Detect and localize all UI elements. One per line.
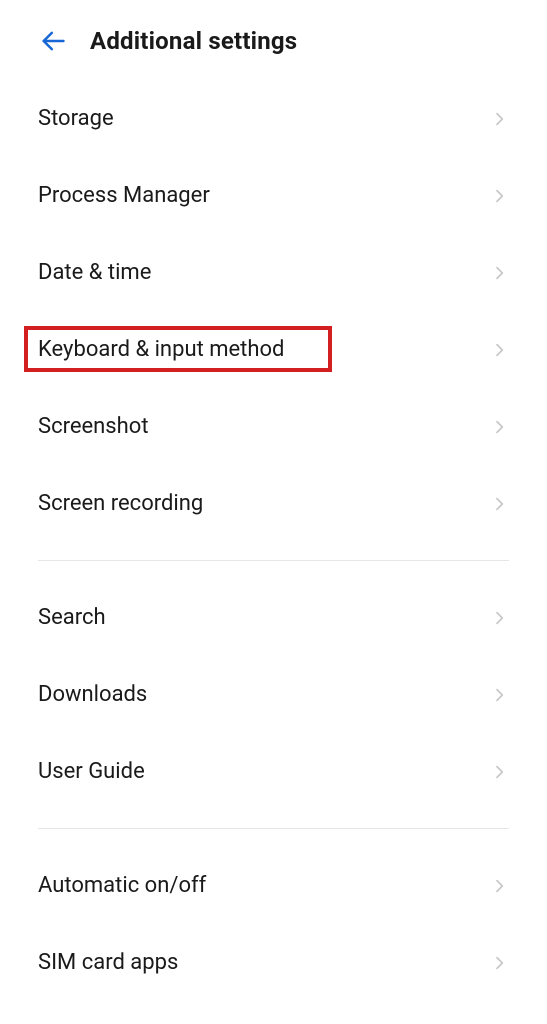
chevron-right-icon	[491, 265, 507, 281]
settings-item-automatic-on-off[interactable]: Automatic on/off	[0, 847, 547, 924]
chevron-right-icon	[491, 419, 507, 435]
chevron-right-icon	[491, 878, 507, 894]
settings-item-label: Search	[38, 605, 106, 630]
settings-item-downloads[interactable]: Downloads	[0, 656, 547, 733]
settings-list: Storage Process Manager Date & time Keyb…	[0, 80, 547, 1001]
settings-item-process-manager[interactable]: Process Manager	[0, 157, 547, 234]
settings-item-label: Storage	[38, 106, 114, 131]
settings-item-sim-card-apps[interactable]: SIM card apps	[0, 924, 547, 1001]
chevron-right-icon	[491, 188, 507, 204]
chevron-right-icon	[491, 111, 507, 127]
section-divider	[38, 828, 509, 829]
back-arrow-icon[interactable]	[38, 26, 68, 56]
chevron-right-icon	[491, 764, 507, 780]
settings-item-screen-recording[interactable]: Screen recording	[0, 465, 547, 542]
chevron-right-icon	[491, 955, 507, 971]
settings-item-search[interactable]: Search	[0, 579, 547, 656]
settings-item-label: Process Manager	[38, 183, 210, 208]
settings-item-label: Automatic on/off	[38, 873, 206, 898]
settings-item-screenshot[interactable]: Screenshot	[0, 388, 547, 465]
settings-item-label: User Guide	[38, 759, 145, 784]
chevron-right-icon	[491, 687, 507, 703]
settings-item-label: Screenshot	[38, 414, 149, 439]
chevron-right-icon	[491, 610, 507, 626]
page-header: Additional settings	[0, 0, 547, 80]
settings-item-storage[interactable]: Storage	[0, 80, 547, 157]
settings-item-label: SIM card apps	[38, 950, 178, 975]
section-divider	[38, 560, 509, 561]
page-title: Additional settings	[90, 27, 297, 55]
settings-item-label: Keyboard & input method	[38, 337, 284, 362]
settings-item-user-guide[interactable]: User Guide	[0, 733, 547, 810]
settings-item-label: Date & time	[38, 260, 151, 285]
chevron-right-icon	[491, 342, 507, 358]
settings-item-label: Downloads	[38, 682, 147, 707]
settings-item-date-time[interactable]: Date & time	[0, 234, 547, 311]
settings-item-keyboard-input[interactable]: Keyboard & input method	[0, 311, 547, 388]
chevron-right-icon	[491, 496, 507, 512]
settings-item-label: Screen recording	[38, 491, 203, 516]
